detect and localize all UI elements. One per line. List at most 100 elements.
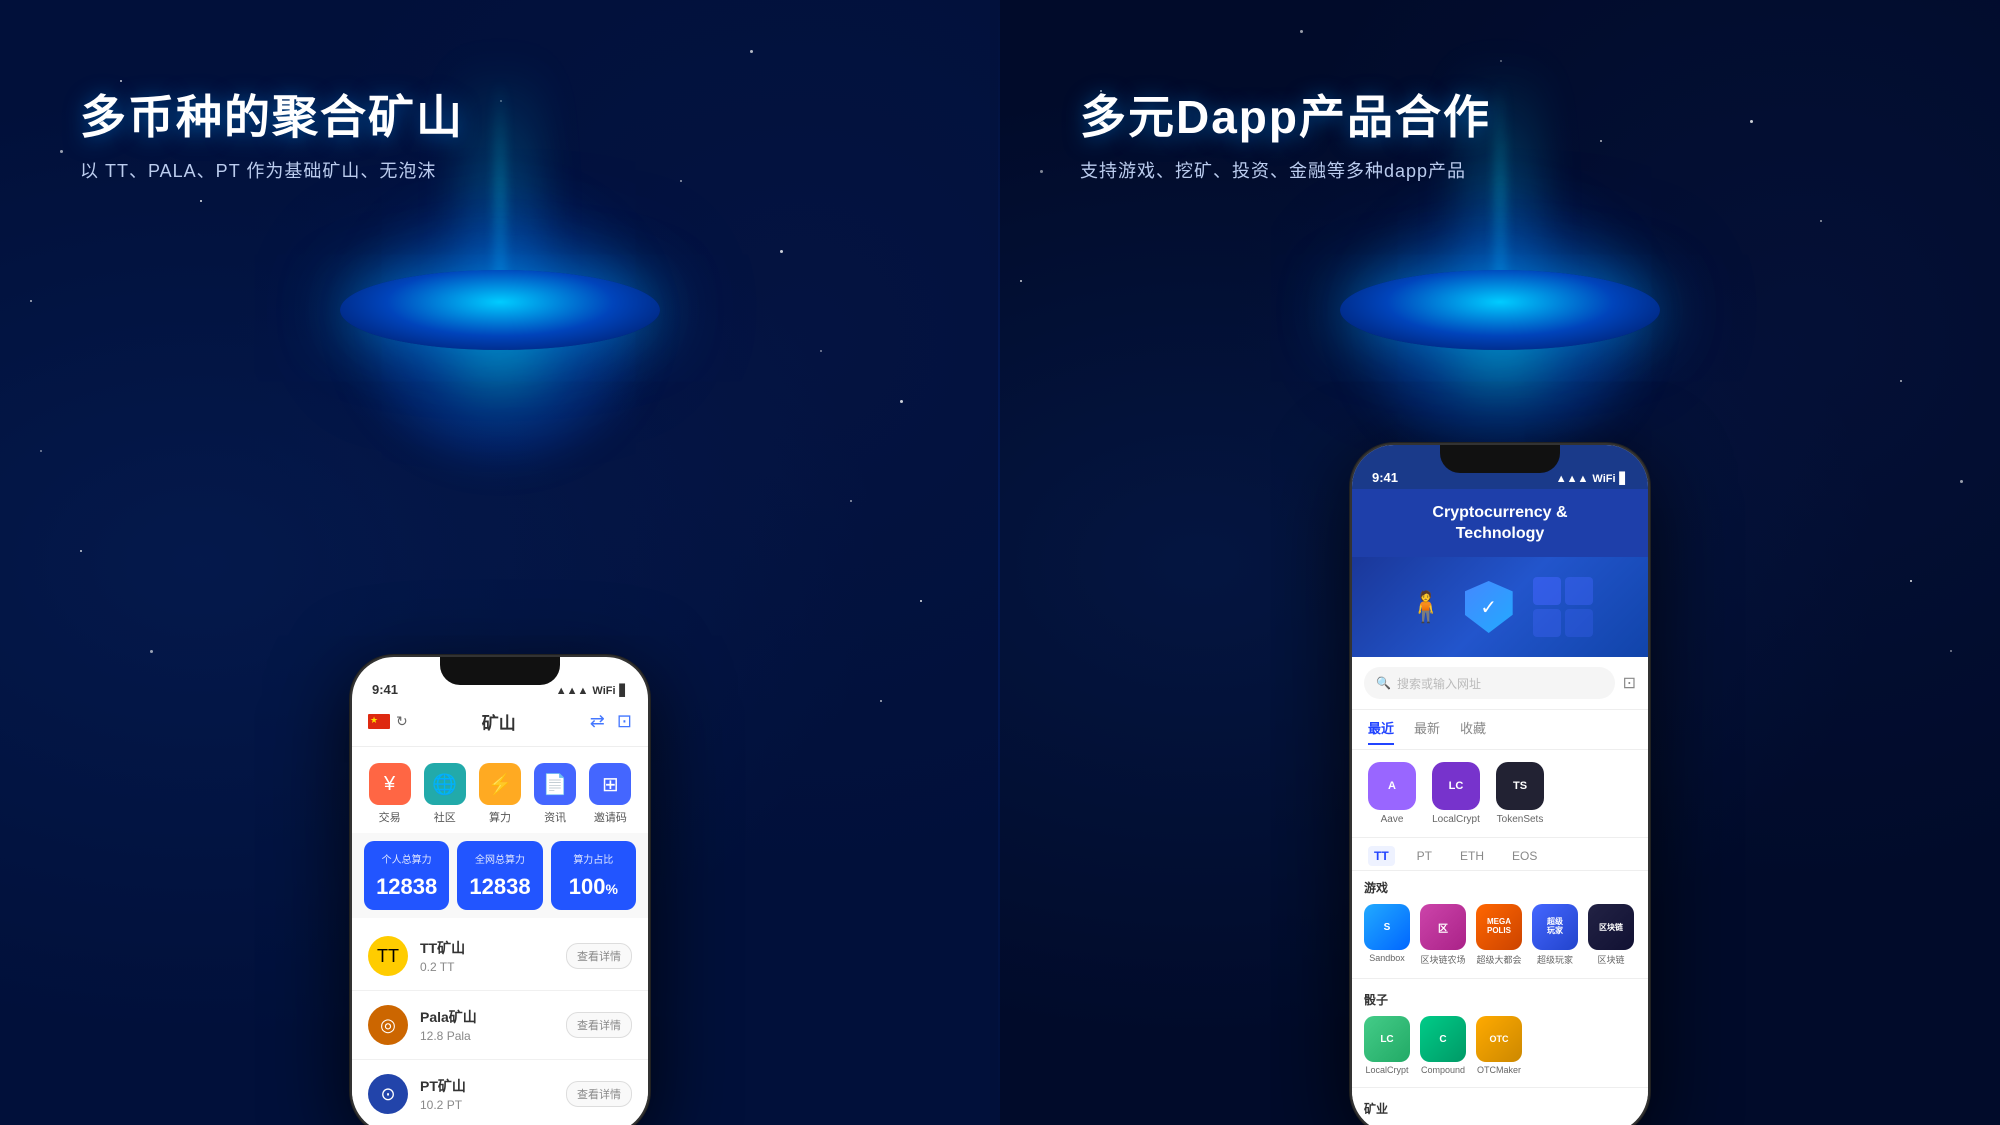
nav-label-news: 资讯: [544, 809, 566, 825]
tokensets-label: TokenSets: [1497, 814, 1544, 825]
localcrypt-icon: LC: [1432, 762, 1480, 810]
tt-mine-info: TT矿山 0.2 TT: [420, 938, 465, 974]
app-cross-chain[interactable]: 区块链 区块链: [1588, 904, 1634, 966]
nav-item-hashrate[interactable]: ⚡ 算力: [479, 763, 521, 825]
shield-icon: ✓: [1465, 581, 1513, 633]
cat-tab-eth[interactable]: ETH: [1454, 846, 1490, 866]
dapp-screen: 9:41 ▲▲▲ WiFi ▋ Cryptocurrency & Technol…: [1352, 445, 1648, 1125]
stat-value-personal: 12838: [372, 874, 441, 900]
app-otc[interactable]: OTC OTCMaker: [1476, 1016, 1522, 1075]
mini-box-4: [1565, 609, 1593, 637]
compound-icon: C: [1420, 1016, 1466, 1062]
app-super[interactable]: 超级玩家 超级玩家: [1532, 904, 1578, 966]
mini-box-2: [1565, 577, 1593, 605]
mining-header: ↻ 矿山 ⇄ ⊡: [352, 701, 648, 747]
right-panel: 多元Dapp产品合作 支持游戏、挖矿、投资、金融等多种dapp产品 9:41 ▲…: [1000, 0, 2000, 1125]
app-localcrypt[interactable]: LC LocalCrypt: [1432, 762, 1480, 825]
pala-mine-amount: 12.8 Pala: [420, 1029, 477, 1043]
right-main-title: 多元Dapp产品合作: [1080, 90, 2000, 145]
stat-hashrate-share: 算力占比 100%: [551, 841, 636, 910]
qr-icon[interactable]: ⊡: [617, 711, 632, 732]
share-number: 100: [569, 874, 606, 899]
mini-box-3: [1533, 609, 1561, 637]
refresh-icon[interactable]: ↻: [396, 713, 408, 730]
stat-label-share: 算力占比: [559, 851, 628, 866]
time-display: 9:41: [372, 682, 398, 697]
nav-item-news[interactable]: 📄 资讯: [534, 763, 576, 825]
app-compound[interactable]: C Compound: [1420, 1016, 1466, 1075]
super-icon: 超级玩家: [1532, 904, 1578, 950]
left-title-block: 多币种的聚合矿山 以 TT、PALA、PT 作为基础矿山、无泡沫: [0, 90, 1000, 183]
localcrypt2-icon: LC: [1364, 1016, 1410, 1062]
chain-label: 区块链农场: [1420, 953, 1465, 966]
mega-icon: MEGAPOLIS: [1476, 904, 1522, 950]
sandbox-icon: S: [1364, 904, 1410, 950]
right-planet-surface: [1340, 270, 1660, 350]
right-subtitle: 支持游戏、挖矿、投资、金融等多种dapp产品: [1080, 157, 2000, 183]
nav-label-invite: 邀请码: [594, 809, 627, 825]
dapp-search-input[interactable]: 🔍 搜索或输入网址: [1364, 667, 1615, 699]
tt-detail-btn[interactable]: 查看详情: [566, 943, 632, 969]
stat-label-personal: 个人总算力: [372, 851, 441, 866]
pala-mine-name: Pala矿山: [420, 1007, 477, 1027]
pt-detail-btn[interactable]: 查看详情: [566, 1081, 632, 1107]
app-mega[interactable]: MEGAPOLIS 超级大都会: [1476, 904, 1522, 966]
localcrypt-label: LocalCrypt: [1432, 814, 1480, 825]
search-icon: 🔍: [1376, 676, 1391, 690]
swap-icon[interactable]: ⇄: [590, 711, 605, 732]
cat-tab-eos[interactable]: EOS: [1506, 846, 1543, 866]
nav-item-invite[interactable]: ⊞ 邀请码: [589, 763, 631, 825]
trade-icon: ¥: [369, 763, 411, 805]
pala-mine-icon: ◎: [368, 1005, 408, 1045]
stat-value-share: 100%: [559, 874, 628, 900]
nav-item-trade[interactable]: ¥ 交易: [369, 763, 411, 825]
super-label: 超级玩家: [1537, 953, 1573, 966]
mine-item-tt: TT TT矿山 0.2 TT 查看详情: [352, 922, 648, 991]
share-unit: %: [605, 881, 617, 897]
tab-latest[interactable]: 最新: [1414, 718, 1440, 745]
dice-section: 骰子 LC LocalCrypt C Compound OTC OTCMaker: [1352, 983, 1648, 1083]
tab-favorites[interactable]: 收藏: [1460, 718, 1486, 745]
stat-value-network: 12838: [465, 874, 534, 900]
tt-mine-icon: TT: [368, 936, 408, 976]
otc-label: OTCMaker: [1477, 1065, 1521, 1075]
mining-dapp-label: 矿业: [1364, 1100, 1636, 1117]
tokensets-icon: TS: [1496, 762, 1544, 810]
mining-app-title: 矿山: [482, 709, 516, 734]
china-flag: [368, 714, 390, 729]
app-tokensets[interactable]: TS TokenSets: [1496, 762, 1544, 825]
news-icon: 📄: [534, 763, 576, 805]
app-blockchain-farm[interactable]: 区 区块链农场: [1420, 904, 1466, 966]
tab-recent[interactable]: 最近: [1368, 718, 1394, 745]
dapp-search-bar: 🔍 搜索或输入网址 ⊡: [1352, 657, 1648, 710]
cat-tab-tt[interactable]: TT: [1368, 846, 1395, 866]
app-aave[interactable]: A Aave: [1368, 762, 1416, 825]
right-title-block: 多元Dapp产品合作 支持游戏、挖矿、投资、金融等多种dapp产品: [1000, 90, 2000, 183]
localcrypt2-label: LocalCrypt: [1365, 1065, 1408, 1075]
battery-icon: ▋: [620, 684, 628, 697]
wifi-icon: WiFi: [592, 685, 615, 697]
stats-row: 个人总算力 12838 全网总算力 12838 算力占比 100%: [352, 833, 648, 918]
fullscreen-icon[interactable]: ⊡: [1623, 673, 1636, 693]
pala-mine-info: Pala矿山 12.8 Pala: [420, 1007, 477, 1043]
mine-item-pt: ⊙ PT矿山 10.2 PT 查看详情: [352, 1060, 648, 1125]
tt-mine-amount: 0.2 TT: [420, 960, 465, 974]
pt-mine-amount: 10.2 PT: [420, 1098, 466, 1112]
invite-icon: ⊞: [589, 763, 631, 805]
app-sandbox[interactable]: S Sandbox: [1364, 904, 1410, 966]
category-tabs: TT PT ETH EOS: [1352, 838, 1648, 871]
banner-boxes: [1533, 577, 1593, 637]
right-battery-icon: ▋: [1620, 472, 1628, 485]
pt-mine-name: PT矿山: [420, 1076, 466, 1096]
games-apps-row: S Sandbox 区 区块链农场 MEGAPOLIS 超级大都会 超级玩家: [1364, 904, 1636, 966]
pala-detail-btn[interactable]: 查看详情: [566, 1012, 632, 1038]
games-label: 游戏: [1364, 879, 1636, 896]
dapp-tab-row: 最近 最新 收藏: [1352, 710, 1648, 750]
nav-item-community[interactable]: 🌐 社区: [424, 763, 466, 825]
app-localcrypt2[interactable]: LC LocalCrypt: [1364, 1016, 1410, 1075]
nav-grid: ¥ 交易 🌐 社区 ⚡ 算力 📄 资讯: [352, 747, 648, 833]
left-panel: 多币种的聚合矿山 以 TT、PALA、PT 作为基础矿山、无泡沫 9:41 ▲▲…: [0, 0, 1000, 1125]
mine-item-left-pala: ◎ Pala矿山 12.8 Pala: [368, 1005, 477, 1045]
mining-section: 矿业: [1352, 1092, 1648, 1125]
cat-tab-pt[interactable]: PT: [1411, 846, 1438, 866]
